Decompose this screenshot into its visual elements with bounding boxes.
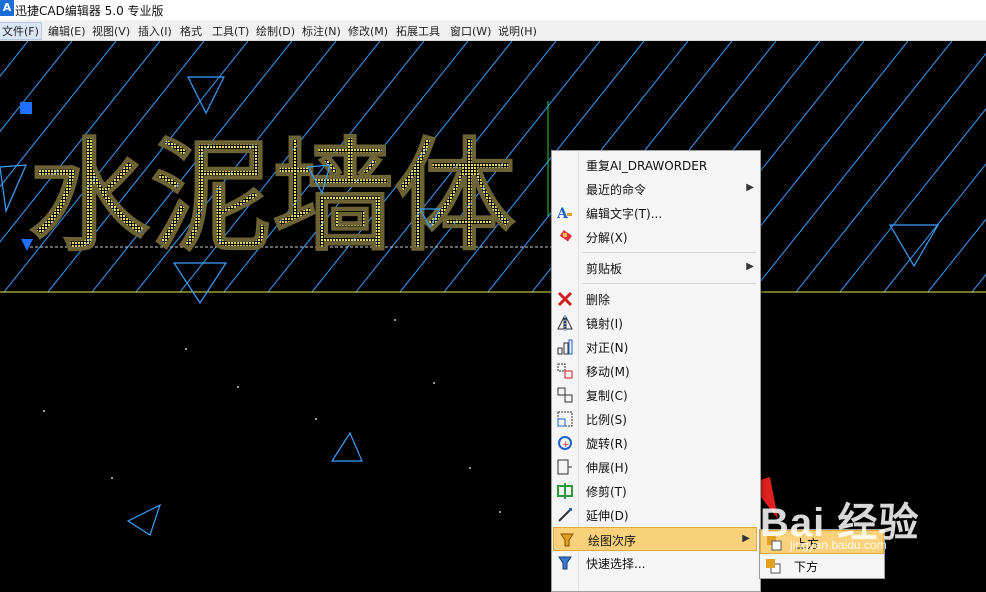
context-menu-item-13[interactable]: + 旋转(R) bbox=[552, 431, 760, 455]
menu-bar: 文件(F) 编辑(E) 视图(V) 插入(I) 格式 工具(T) 绘制(D) 标注(N) 修改(… bbox=[0, 20, 986, 41]
context-menu-item-17[interactable]: 绘图次序 ▶ bbox=[553, 527, 757, 551]
submenu-arrow-icon: ▶ bbox=[746, 261, 754, 272]
menu-separator bbox=[582, 252, 756, 253]
send-back-icon bbox=[765, 558, 781, 574]
context-menu-item-7[interactable]: 删除 bbox=[552, 287, 760, 311]
app-logo-icon: A bbox=[0, 0, 14, 16]
title-bar: A 迅捷CAD编辑器 5.0 专业版 bbox=[0, 0, 986, 20]
context-menu-label: 复制(C) bbox=[586, 389, 628, 403]
submenu-label: 下方 bbox=[794, 560, 819, 574]
context-menu-item-12[interactable]: 比例(S) bbox=[552, 407, 760, 431]
watermark-url: jingyan.baidu.com bbox=[790, 538, 887, 552]
stretch-icon bbox=[557, 459, 573, 475]
context-menu-label: 伸展(H) bbox=[586, 461, 629, 475]
context-menu-item-1[interactable]: 最近的命令 ▶ bbox=[552, 177, 760, 201]
context-menu-label: 快速选择... bbox=[586, 557, 646, 571]
menu-item-9[interactable]: 拓展工具 bbox=[396, 23, 440, 39]
context-menu-item-8[interactable]: 镜射(I) bbox=[552, 311, 760, 335]
context-menu-item-3[interactable]: 分解(X) bbox=[552, 225, 760, 249]
context-menu-item-0[interactable]: 重复AI_DRAWORDER bbox=[552, 153, 760, 177]
rotate-icon: + bbox=[557, 435, 573, 451]
menu-item-5[interactable]: 工具(T) bbox=[212, 23, 249, 39]
context-menu-item-14[interactable]: 伸展(H) bbox=[552, 455, 760, 479]
quick-select-icon bbox=[557, 555, 573, 571]
menu-item-2[interactable]: 视图(V) bbox=[92, 23, 130, 39]
menu-item-3[interactable]: 插入(I) bbox=[138, 23, 172, 39]
context-menu-label: 移动(M) bbox=[586, 365, 630, 379]
extend-icon bbox=[557, 507, 573, 523]
edit-text-icon: A bbox=[556, 205, 573, 222]
scale-icon bbox=[557, 411, 573, 427]
explode-icon bbox=[557, 229, 573, 245]
svg-text:+: + bbox=[562, 440, 570, 450]
menu-item-1[interactable]: 编辑(E) bbox=[48, 23, 86, 39]
context-menu-item-10[interactable]: 移动(M) bbox=[552, 359, 760, 383]
draw-order-icon bbox=[559, 532, 575, 548]
menu-item-10[interactable]: 窗口(W) bbox=[450, 23, 491, 39]
context-menu-label: 对正(N) bbox=[586, 341, 629, 355]
context-menu-label: 删除 bbox=[586, 293, 611, 307]
context-menu-label: 镜射(I) bbox=[586, 317, 623, 331]
window-title: 迅捷CAD编辑器 5.0 专业版 bbox=[15, 4, 164, 18]
context-menu-label: 编辑文字(T)... bbox=[586, 207, 663, 221]
context-menu-label: 绘图次序 bbox=[588, 534, 637, 548]
context-menu-item-16[interactable]: 延伸(D) bbox=[552, 503, 760, 527]
context-menu-item-11[interactable]: 复制(C) bbox=[552, 383, 760, 407]
context-menu-item-5[interactable]: 剪贴板 ▶ bbox=[552, 256, 760, 280]
menu-item-8[interactable]: 修改(M) bbox=[348, 23, 388, 39]
context-menu-label: 旋转(R) bbox=[586, 437, 628, 451]
menu-separator bbox=[582, 283, 756, 284]
context-menu-label: 修剪(T) bbox=[586, 485, 627, 499]
justify-icon bbox=[557, 339, 573, 355]
menu-item-0[interactable]: 文件(F) bbox=[0, 22, 42, 40]
context-menu-label: 延伸(D) bbox=[586, 509, 629, 523]
context-menu-label: 分解(X) bbox=[586, 231, 628, 245]
menu-item-6[interactable]: 绘制(D) bbox=[256, 23, 295, 39]
grip-handle-square[interactable] bbox=[20, 102, 32, 114]
trim-icon bbox=[557, 483, 573, 499]
context-menu-item-18[interactable]: 快速选择... bbox=[552, 551, 760, 575]
context-menu: 重复AI_DRAWORDER 最近的命令 ▶ A 编辑文字(T)... 分解(X) 剪贴板 ▶… bbox=[551, 150, 761, 592]
context-menu-label: 比例(S) bbox=[586, 413, 627, 427]
context-menu-item-15[interactable]: 修剪(T) bbox=[552, 479, 760, 503]
baidu-watermark: Bai 经验 jingyan.baidu.com bbox=[760, 480, 986, 560]
move-icon bbox=[557, 363, 573, 379]
submenu-arrow-icon: ▶ bbox=[742, 533, 750, 544]
context-menu-item-2[interactable]: A 编辑文字(T)... bbox=[552, 201, 760, 225]
mirror-icon bbox=[557, 315, 573, 331]
copy-icon bbox=[557, 387, 573, 403]
menu-item-7[interactable]: 标注(N) bbox=[302, 23, 341, 39]
menu-item-4[interactable]: 格式 bbox=[180, 23, 202, 39]
submenu-arrow-icon: ▶ bbox=[746, 182, 754, 193]
delete-icon bbox=[557, 291, 573, 307]
context-menu-label: 最近的命令 bbox=[586, 183, 647, 197]
context-menu-label: 剪贴板 bbox=[586, 262, 623, 276]
context-menu-item-9[interactable]: 对正(N) bbox=[552, 335, 760, 359]
menu-item-11[interactable]: 说明(H) bbox=[498, 23, 537, 39]
cad-text-object[interactable]: 水泥墙体 bbox=[28, 126, 517, 269]
context-menu-label: 重复AI_DRAWORDER bbox=[586, 159, 708, 173]
